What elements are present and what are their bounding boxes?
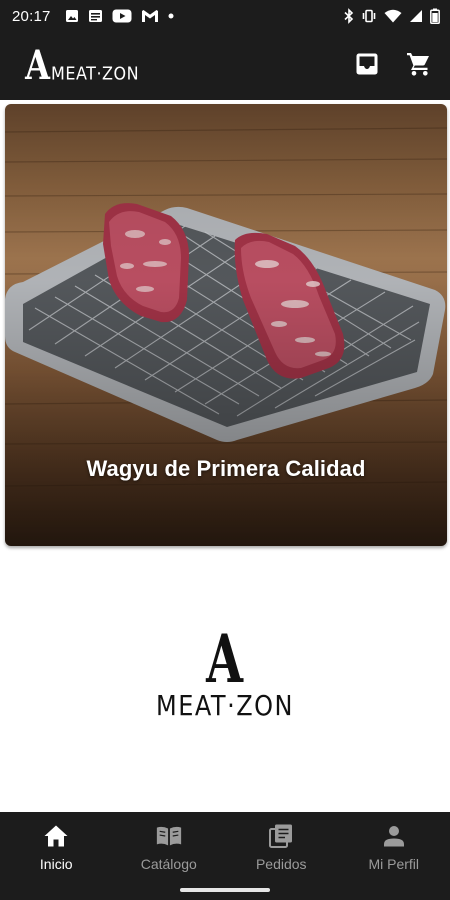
app-bar: A MEAT·ZON [0, 32, 450, 100]
dot-icon [168, 13, 174, 19]
status-bar: 20:17 [0, 0, 450, 32]
battery-icon [430, 8, 440, 24]
bottom-navigation: Inicio Catálogo Pedidos Mi Perfil [0, 812, 450, 900]
brand-logo: A MEAT·ZON [0, 620, 450, 723]
nav-item-inicio[interactable]: Inicio [0, 822, 113, 900]
brand-logo-wordmark: MEAT·ZON [156, 689, 294, 723]
hero-banner[interactable]: Wagyu de Primera Calidad [5, 104, 447, 546]
nav-label-inicio: Inicio [39, 856, 73, 872]
vibrate-icon [361, 9, 377, 23]
notification-icons [65, 9, 174, 23]
inbox-icon [354, 51, 380, 82]
nav-label-pedidos: Pedidos [255, 856, 307, 872]
youtube-icon [112, 9, 132, 23]
app-logo[interactable]: A MEAT·ZON [22, 46, 139, 86]
nav-label-catalogo: Catálogo [140, 856, 197, 872]
nav-label-mi-perfil: Mi Perfil [368, 856, 420, 872]
cart-button[interactable] [404, 51, 434, 81]
person-icon [380, 822, 408, 850]
logo-letter: A [25, 42, 50, 89]
app-bar-actions [352, 51, 434, 81]
inbox-button[interactable] [352, 51, 382, 81]
news-icon [88, 9, 103, 23]
home-icon [42, 822, 70, 850]
home-indicator[interactable] [180, 888, 270, 892]
cart-icon [405, 50, 433, 83]
logo-wordmark: MEAT·ZON [51, 63, 140, 84]
brand-logo-letter: A [206, 620, 244, 698]
hero-caption: Wagyu de Primera Calidad [86, 456, 366, 481]
system-icons [344, 8, 440, 24]
wifi-icon [384, 9, 402, 23]
orders-icon [267, 822, 295, 850]
status-time: 20:17 [12, 7, 51, 25]
nav-item-mi-perfil[interactable]: Mi Perfil [338, 822, 450, 900]
signal-icon [409, 9, 423, 23]
image-icon [65, 9, 79, 23]
gmail-icon [141, 9, 159, 23]
bluetooth-icon [344, 8, 354, 24]
book-icon [155, 822, 183, 850]
